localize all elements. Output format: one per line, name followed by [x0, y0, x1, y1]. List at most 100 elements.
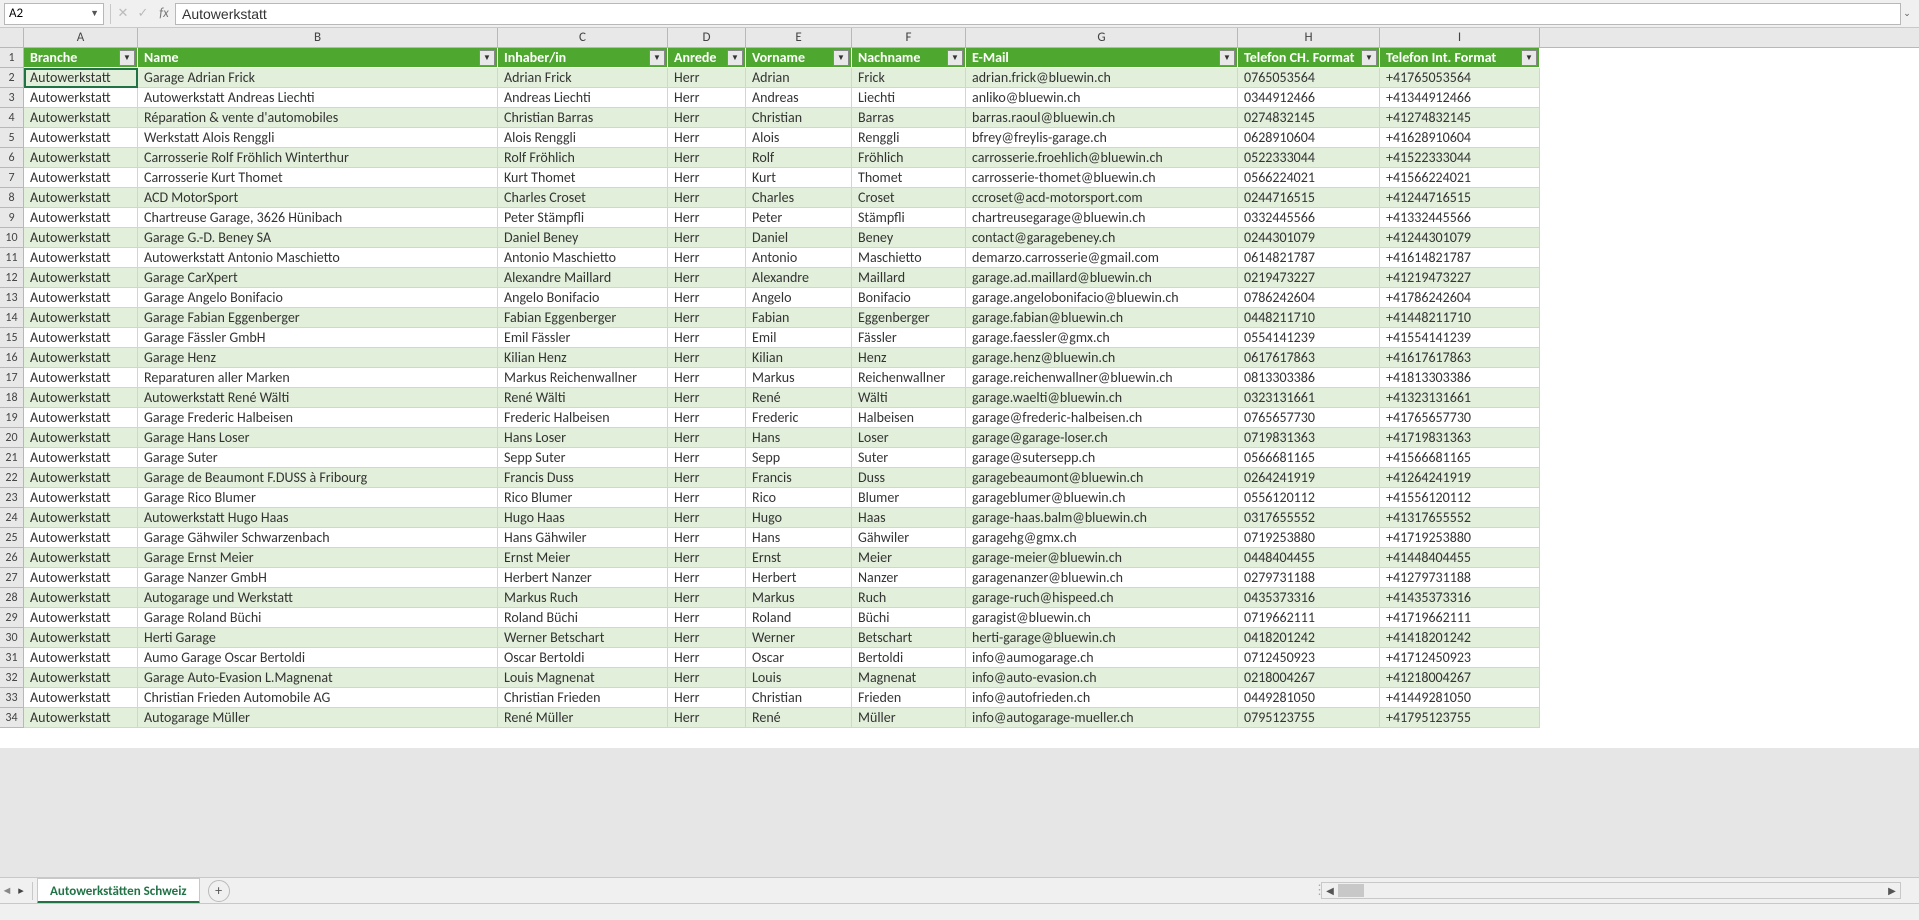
table-cell[interactable]: Autogarage und Werkstatt	[138, 588, 498, 608]
table-cell[interactable]: Daniel	[746, 228, 852, 248]
table-cell[interactable]: Hans Gähwiler	[498, 528, 668, 548]
table-cell[interactable]: Herr	[668, 308, 746, 328]
table-cell[interactable]: Herr	[668, 228, 746, 248]
row-header[interactable]: 5	[0, 128, 24, 148]
table-cell[interactable]: Peter Stämpfli	[498, 208, 668, 228]
row-header[interactable]: 31	[0, 648, 24, 668]
table-cell[interactable]: Kilian Henz	[498, 348, 668, 368]
table-cell[interactable]: Emil	[746, 328, 852, 348]
table-cell[interactable]: +41449281050	[1380, 688, 1540, 708]
table-cell[interactable]: Stämpfli	[852, 208, 966, 228]
table-cell[interactable]: +41566681165	[1380, 448, 1540, 468]
table-cell[interactable]: +41435373316	[1380, 588, 1540, 608]
table-cell[interactable]: Reparaturen aller Marken	[138, 368, 498, 388]
table-cell[interactable]: +41795123755	[1380, 708, 1540, 728]
table-cell[interactable]: Hans	[746, 528, 852, 548]
row-header[interactable]: 28	[0, 588, 24, 608]
table-cell[interactable]: garagehg@gmx.ch	[966, 528, 1238, 548]
table-cell[interactable]: 0317655552	[1238, 508, 1380, 528]
table-cell[interactable]: Garage Rico Blumer	[138, 488, 498, 508]
table-cell[interactable]: garage@frederic-halbeisen.ch	[966, 408, 1238, 428]
table-cell[interactable]: Frieden	[852, 688, 966, 708]
table-header-cell[interactable]: Inhaber/in▼	[498, 48, 668, 68]
table-cell[interactable]: Rico Blumer	[498, 488, 668, 508]
row-header[interactable]: 33	[0, 688, 24, 708]
table-cell[interactable]: garage-ruch@hispeed.ch	[966, 588, 1238, 608]
table-cell[interactable]: Autowerkstatt	[24, 608, 138, 628]
table-cell[interactable]: info@auto-evasion.ch	[966, 668, 1238, 688]
table-cell[interactable]: Autogarage Müller	[138, 708, 498, 728]
row-header[interactable]: 18	[0, 388, 24, 408]
table-cell[interactable]: Herr	[668, 368, 746, 388]
table-cell[interactable]: Herr	[668, 148, 746, 168]
filter-dropdown-icon[interactable]: ▼	[1521, 50, 1537, 66]
table-cell[interactable]: Garage Hans Loser	[138, 428, 498, 448]
table-cell[interactable]: 0566681165	[1238, 448, 1380, 468]
table-cell[interactable]: Autowerkstatt	[24, 628, 138, 648]
row-header[interactable]: 6	[0, 148, 24, 168]
table-cell[interactable]: info@autogarage-mueller.ch	[966, 708, 1238, 728]
table-cell[interactable]: 0554141239	[1238, 328, 1380, 348]
table-cell[interactable]: garagist@bluewin.ch	[966, 608, 1238, 628]
table-cell[interactable]: Markus Reichenwallner	[498, 368, 668, 388]
row-header[interactable]: 3	[0, 88, 24, 108]
filter-dropdown-icon[interactable]: ▼	[727, 50, 743, 66]
table-cell[interactable]: Rolf	[746, 148, 852, 168]
fx-icon[interactable]: fx	[153, 6, 175, 21]
table-cell[interactable]: Kurt Thomet	[498, 168, 668, 188]
table-cell[interactable]: Aumo Garage Oscar Bertoldi	[138, 648, 498, 668]
table-cell[interactable]: Halbeisen	[852, 408, 966, 428]
table-cell[interactable]: Carrosserie Rolf Fröhlich Winterthur	[138, 148, 498, 168]
table-cell[interactable]: +41712450923	[1380, 648, 1540, 668]
table-cell[interactable]: Autowerkstatt	[24, 688, 138, 708]
table-cell[interactable]: 0556120112	[1238, 488, 1380, 508]
table-cell[interactable]: Herbert	[746, 568, 852, 588]
scroll-thumb[interactable]	[1338, 884, 1364, 897]
table-cell[interactable]: Garage Suter	[138, 448, 498, 468]
table-cell[interactable]: Garage Nanzer GmbH	[138, 568, 498, 588]
table-cell[interactable]: garage@garage-loser.ch	[966, 428, 1238, 448]
table-cell[interactable]: Alexandre Maillard	[498, 268, 668, 288]
table-cell[interactable]: demarzo.carrosserie@gmail.com	[966, 248, 1238, 268]
table-cell[interactable]: Herr	[668, 628, 746, 648]
dropdown-icon[interactable]: ▼	[90, 8, 99, 19]
table-cell[interactable]: Fabian Eggenberger	[498, 308, 668, 328]
table-cell[interactable]: garage.henz@bluewin.ch	[966, 348, 1238, 368]
table-cell[interactable]: Blumer	[852, 488, 966, 508]
table-cell[interactable]: Rico	[746, 488, 852, 508]
table-cell[interactable]: +41614821787	[1380, 248, 1540, 268]
table-cell[interactable]: Autowerkstatt	[24, 168, 138, 188]
table-cell[interactable]: Autowerkstatt	[24, 368, 138, 388]
table-cell[interactable]: Werner	[746, 628, 852, 648]
table-cell[interactable]: Kilian	[746, 348, 852, 368]
row-header[interactable]: 1	[0, 48, 24, 68]
row-header[interactable]: 9	[0, 208, 24, 228]
table-cell[interactable]: 0323131661	[1238, 388, 1380, 408]
table-cell[interactable]: Autowerkstatt	[24, 708, 138, 728]
table-cell[interactable]: +41628910604	[1380, 128, 1540, 148]
column-header[interactable]: B	[138, 28, 498, 47]
table-cell[interactable]: Autowerkstatt	[24, 248, 138, 268]
table-cell[interactable]: Gähwiler	[852, 528, 966, 548]
table-cell[interactable]: 0566224021	[1238, 168, 1380, 188]
table-cell[interactable]: +41244301079	[1380, 228, 1540, 248]
horizontal-scrollbar[interactable]: ◀ ▶	[1321, 882, 1901, 899]
table-cell[interactable]: 0719831363	[1238, 428, 1380, 448]
table-cell[interactable]: Hans Loser	[498, 428, 668, 448]
table-cell[interactable]: Ernst	[746, 548, 852, 568]
table-cell[interactable]: Autowerkstatt	[24, 268, 138, 288]
table-cell[interactable]: 0719253880	[1238, 528, 1380, 548]
table-cell[interactable]: adrian.frick@bluewin.ch	[966, 68, 1238, 88]
table-cell[interactable]: Antonio Maschietto	[498, 248, 668, 268]
table-cell[interactable]: Herr	[668, 388, 746, 408]
table-cell[interactable]: +41332445566	[1380, 208, 1540, 228]
table-cell[interactable]: Garage de Beaumont F.DUSS à Fribourg	[138, 468, 498, 488]
table-cell[interactable]: +41323131661	[1380, 388, 1540, 408]
table-cell[interactable]: Ruch	[852, 588, 966, 608]
table-cell[interactable]: info@autofrieden.ch	[966, 688, 1238, 708]
table-cell[interactable]: Kurt	[746, 168, 852, 188]
table-cell[interactable]: garage.reichenwallner@bluewin.ch	[966, 368, 1238, 388]
column-header[interactable]: I	[1380, 28, 1540, 47]
table-cell[interactable]: Markus	[746, 588, 852, 608]
table-cell[interactable]: Christian	[746, 108, 852, 128]
